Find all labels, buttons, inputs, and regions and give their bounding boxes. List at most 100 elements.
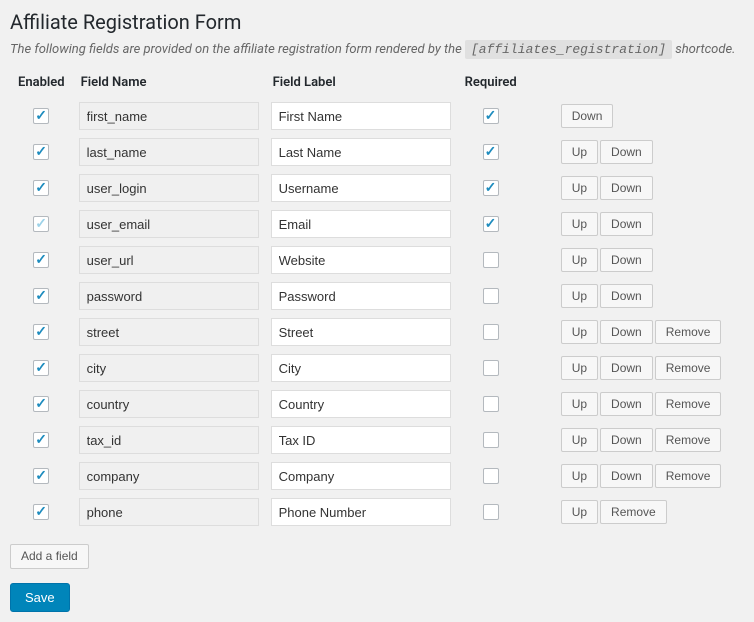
up-button[interactable]: Up xyxy=(561,284,598,309)
field-label-input[interactable] xyxy=(271,426,451,454)
enabled-checkbox[interactable] xyxy=(33,468,49,484)
up-button[interactable]: Up xyxy=(561,500,598,525)
up-button[interactable]: Up xyxy=(561,248,598,273)
field-name-input[interactable] xyxy=(79,174,259,202)
up-button[interactable]: Up xyxy=(561,392,598,417)
field-name-input[interactable] xyxy=(79,426,259,454)
table-row: Down xyxy=(10,98,729,134)
up-button[interactable]: Up xyxy=(561,176,598,201)
col-required: Required xyxy=(457,69,525,98)
table-row: UpDownRemove xyxy=(10,314,729,350)
required-checkbox[interactable] xyxy=(483,108,499,124)
table-row: UpDown xyxy=(10,242,729,278)
required-checkbox[interactable] xyxy=(483,252,499,268)
table-row: UpDownRemove xyxy=(10,422,729,458)
enabled-checkbox[interactable] xyxy=(33,432,49,448)
enabled-checkbox[interactable] xyxy=(33,360,49,376)
description-text-pre: The following fields are provided on the… xyxy=(10,42,465,57)
down-button[interactable]: Down xyxy=(600,140,653,165)
table-row: UpDownRemove xyxy=(10,350,729,386)
field-label-input[interactable] xyxy=(271,246,451,274)
field-name-input[interactable] xyxy=(79,318,259,346)
up-button[interactable]: Up xyxy=(561,320,598,345)
shortcode-tag: [affiliates_registration] xyxy=(465,40,672,59)
field-name-input[interactable] xyxy=(79,462,259,490)
col-enabled: Enabled xyxy=(10,69,73,98)
enabled-checkbox[interactable] xyxy=(33,216,49,232)
table-row: UpRemove xyxy=(10,494,729,530)
field-name-input[interactable] xyxy=(79,498,259,526)
field-label-input[interactable] xyxy=(271,210,451,238)
up-button[interactable]: Up xyxy=(561,464,598,489)
required-checkbox[interactable] xyxy=(483,360,499,376)
field-label-input[interactable] xyxy=(271,318,451,346)
table-row: UpDown xyxy=(10,206,729,242)
required-checkbox[interactable] xyxy=(483,288,499,304)
field-name-input[interactable] xyxy=(79,102,259,130)
field-name-input[interactable] xyxy=(79,390,259,418)
remove-button[interactable]: Remove xyxy=(600,500,667,525)
required-checkbox[interactable] xyxy=(483,144,499,160)
col-actions xyxy=(525,69,555,98)
field-name-input[interactable] xyxy=(79,354,259,382)
up-button[interactable]: Up xyxy=(561,212,598,237)
field-label-input[interactable] xyxy=(271,282,451,310)
required-checkbox[interactable] xyxy=(483,216,499,232)
down-button[interactable]: Down xyxy=(600,428,653,453)
down-button[interactable]: Down xyxy=(600,464,653,489)
enabled-checkbox[interactable] xyxy=(33,144,49,160)
field-label-input[interactable] xyxy=(271,138,451,166)
down-button[interactable]: Down xyxy=(600,356,653,381)
required-checkbox[interactable] xyxy=(483,504,499,520)
fields-table: Enabled Field Name Field Label Required … xyxy=(10,69,729,530)
table-row: UpDownRemove xyxy=(10,458,729,494)
field-label-input[interactable] xyxy=(271,102,451,130)
field-label-input[interactable] xyxy=(271,174,451,202)
down-button[interactable]: Down xyxy=(600,392,653,417)
col-field-label: Field Label xyxy=(265,69,457,98)
description-text-post: shortcode. xyxy=(675,42,735,57)
enabled-checkbox[interactable] xyxy=(33,396,49,412)
required-checkbox[interactable] xyxy=(483,324,499,340)
remove-button[interactable]: Remove xyxy=(655,320,722,345)
field-name-input[interactable] xyxy=(79,210,259,238)
field-name-input[interactable] xyxy=(79,138,259,166)
field-name-input[interactable] xyxy=(79,246,259,274)
add-field-button[interactable]: Add a field xyxy=(10,544,89,569)
down-button[interactable]: Down xyxy=(561,104,614,129)
remove-button[interactable]: Remove xyxy=(655,428,722,453)
enabled-checkbox[interactable] xyxy=(33,324,49,340)
field-name-input[interactable] xyxy=(79,282,259,310)
up-button[interactable]: Up xyxy=(561,140,598,165)
field-label-input[interactable] xyxy=(271,462,451,490)
required-checkbox[interactable] xyxy=(483,468,499,484)
down-button[interactable]: Down xyxy=(600,284,653,309)
page-description: The following fields are provided on the… xyxy=(10,42,744,57)
page-title: Affiliate Registration Form xyxy=(10,10,744,34)
up-button[interactable]: Up xyxy=(561,428,598,453)
down-button[interactable]: Down xyxy=(600,176,653,201)
field-label-input[interactable] xyxy=(271,498,451,526)
col-field-name: Field Name xyxy=(73,69,265,98)
required-checkbox[interactable] xyxy=(483,180,499,196)
enabled-checkbox[interactable] xyxy=(33,288,49,304)
remove-button[interactable]: Remove xyxy=(655,392,722,417)
up-button[interactable]: Up xyxy=(561,356,598,381)
down-button[interactable]: Down xyxy=(600,320,653,345)
enabled-checkbox[interactable] xyxy=(33,180,49,196)
field-label-input[interactable] xyxy=(271,390,451,418)
field-label-input[interactable] xyxy=(271,354,451,382)
table-row: UpDown xyxy=(10,134,729,170)
down-button[interactable]: Down xyxy=(600,248,653,273)
table-row: UpDown xyxy=(10,170,729,206)
remove-button[interactable]: Remove xyxy=(655,356,722,381)
table-row: UpDown xyxy=(10,278,729,314)
enabled-checkbox[interactable] xyxy=(33,252,49,268)
enabled-checkbox[interactable] xyxy=(33,504,49,520)
required-checkbox[interactable] xyxy=(483,432,499,448)
required-checkbox[interactable] xyxy=(483,396,499,412)
enabled-checkbox[interactable] xyxy=(33,108,49,124)
save-button[interactable]: Save xyxy=(10,583,70,612)
remove-button[interactable]: Remove xyxy=(655,464,722,489)
down-button[interactable]: Down xyxy=(600,212,653,237)
